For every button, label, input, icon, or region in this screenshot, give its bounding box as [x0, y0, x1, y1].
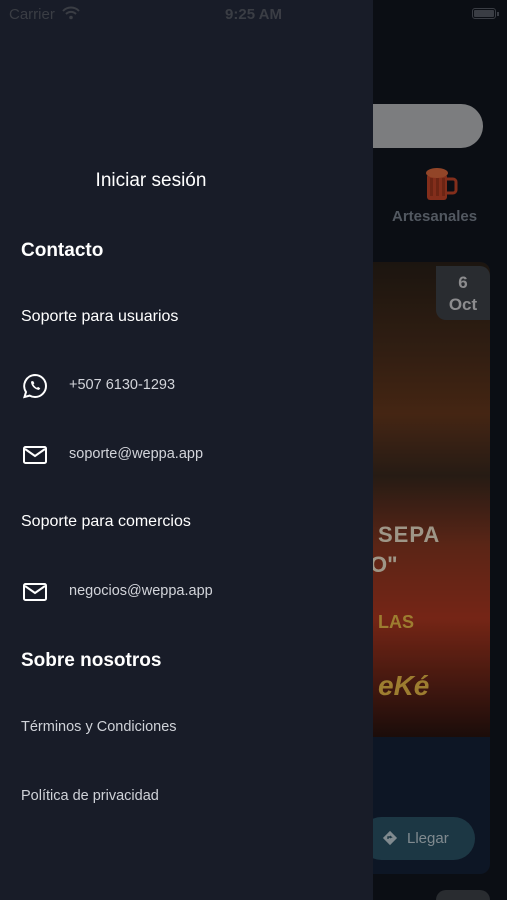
business-email-link[interactable]: negocios@weppa.app	[69, 583, 213, 599]
about-heading: Sobre nosotros	[21, 650, 162, 671]
mail-icon	[23, 446, 47, 464]
side-drawer: Iniciar sesión Contacto Soporte para usu…	[0, 0, 373, 900]
mail-icon	[23, 583, 47, 601]
status-time: 9:25 AM	[225, 6, 282, 23]
user-support-heading: Soporte para usuarios	[21, 308, 179, 325]
business-support-heading: Soporte para comercios	[21, 513, 191, 530]
terms-link[interactable]: Términos y Condiciones	[21, 719, 177, 735]
whatsapp-icon	[23, 373, 47, 399]
login-button[interactable]: Iniciar sesión	[0, 170, 302, 192]
support-email-link[interactable]: soporte@weppa.app	[69, 446, 203, 462]
contact-heading: Contacto	[21, 240, 104, 261]
status-bar: Carrier 9:25 AM	[0, 0, 507, 28]
privacy-link[interactable]: Política de privacidad	[21, 788, 159, 804]
battery-icon	[472, 8, 499, 19]
whatsapp-phone-link[interactable]: +507 6130-1293	[69, 377, 175, 393]
